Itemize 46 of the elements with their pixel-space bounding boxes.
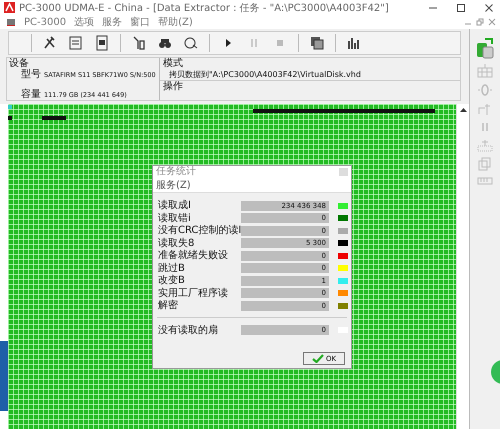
panel-heading: 操作 bbox=[163, 81, 183, 92]
menu-item[interactable]: 服务 bbox=[102, 15, 122, 29]
copy-icon[interactable] bbox=[309, 35, 325, 51]
field-label: 型号 bbox=[21, 69, 41, 80]
app-menu-icon[interactable] bbox=[6, 17, 16, 27]
panel-heading: 设备 bbox=[9, 58, 29, 69]
stat-label: 读取成I bbox=[158, 200, 192, 212]
stat-label: 解密 bbox=[158, 300, 179, 312]
stat-label: 读取失8 bbox=[158, 238, 196, 249]
stat-label: 没有读取的扇 bbox=[158, 324, 219, 336]
bad-sector-marker bbox=[42, 116, 66, 120]
menu-item[interactable]: 选项 bbox=[74, 15, 94, 29]
stat-label: 改变B bbox=[158, 275, 186, 286]
scroll-up-icon[interactable] bbox=[460, 107, 466, 113]
sector-marker bbox=[8, 105, 12, 109]
mdi-close-icon[interactable] bbox=[488, 18, 496, 26]
bad-sector-marker bbox=[8, 116, 12, 120]
stat-label: 准备就绪失败设 bbox=[158, 250, 229, 262]
mode-value: 拷贝数据到"A:\PC3000\A4003F42\VirtualDisk.vhd bbox=[168, 69, 362, 80]
menu-item[interactable]: 服务(Z) bbox=[156, 178, 191, 192]
scrollbar[interactable] bbox=[456, 104, 469, 429]
check-icon bbox=[312, 354, 324, 363]
database-icon[interactable] bbox=[475, 37, 495, 59]
status-icon bbox=[490, 359, 500, 385]
stat-label: 没有CRC控制的读I bbox=[158, 225, 241, 236]
chart-icon[interactable] bbox=[346, 35, 362, 51]
window-title: PC-3000 UDMA-E - China - [Data Extractor : 任务 - "A:\PC3000\A4003F42"] bbox=[19, 2, 390, 14]
stat-label: 跳过B bbox=[158, 262, 186, 274]
stat-label: 读取错i bbox=[158, 212, 192, 224]
menu-item[interactable]: PC-3000 bbox=[24, 16, 66, 28]
close-icon[interactable] bbox=[484, 2, 494, 12]
menu-item[interactable]: 帮助(Z) bbox=[158, 15, 193, 29]
chip-icon[interactable] bbox=[94, 35, 110, 51]
grid-icon[interactable] bbox=[477, 64, 493, 78]
zero-icon[interactable] bbox=[477, 83, 493, 97]
scale-icon[interactable] bbox=[477, 138, 493, 152]
mdi-restore-icon[interactable] bbox=[476, 18, 484, 26]
menu-item[interactable]: 窗口 bbox=[130, 15, 150, 29]
ruler-icon[interactable] bbox=[477, 176, 493, 186]
panel-heading: 模式 bbox=[163, 58, 184, 69]
field-label: 容量 bbox=[21, 89, 41, 100]
tool-icon[interactable] bbox=[477, 102, 493, 116]
stat-label: 实用工厂程序读 bbox=[158, 288, 229, 299]
maximize-icon[interactable] bbox=[456, 2, 466, 12]
document-icon[interactable] bbox=[68, 35, 84, 51]
dialog-title: 任务统计 bbox=[153, 166, 351, 178]
